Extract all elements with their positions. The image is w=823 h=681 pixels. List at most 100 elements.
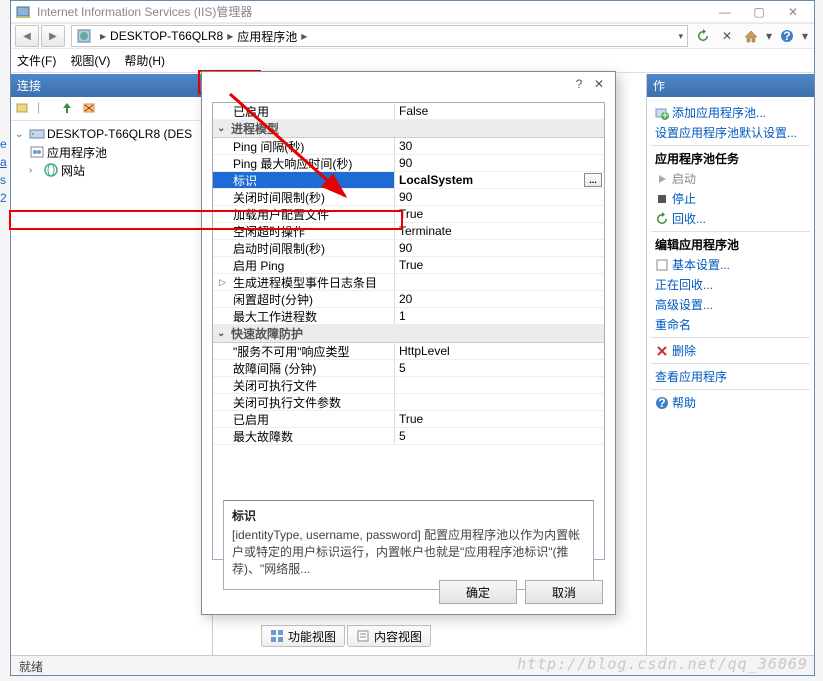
propgrid-category[interactable]: ⌄快速故障防护 bbox=[213, 325, 604, 343]
delete-connection-icon[interactable] bbox=[81, 100, 99, 118]
tab-features[interactable]: 功能视图 bbox=[261, 625, 345, 647]
prop-value[interactable]: HttpLevel bbox=[395, 343, 604, 360]
action-viewapps[interactable]: 查看应用程序 bbox=[655, 368, 806, 385]
connections-panel: 连接 | ⌄ DESKTOP-T66QLR8 (DES 应用程序池 › bbox=[11, 74, 213, 655]
browse-button[interactable]: ... bbox=[584, 173, 602, 187]
action-delete[interactable]: 删除 bbox=[655, 342, 806, 359]
prop-value[interactable]: 90 bbox=[395, 240, 604, 257]
tree-root-label: DESKTOP-T66QLR8 (DES bbox=[47, 127, 192, 141]
help-icon[interactable]: ? bbox=[776, 26, 798, 46]
prop-value[interactable]: 90 bbox=[395, 155, 604, 172]
address-bar[interactable]: ▸ DESKTOP-T66QLR8 ▸ 应用程序池 ▸ ▾ bbox=[71, 25, 688, 47]
dialog-close-button[interactable]: ✕ bbox=[589, 77, 609, 91]
prop-value[interactable]: 1 bbox=[395, 308, 604, 325]
propgrid-row[interactable]: 已启用False bbox=[213, 103, 604, 120]
cancel-button[interactable]: 取消 bbox=[525, 580, 603, 604]
propgrid-row[interactable]: 关闭时间限制(秒)90 bbox=[213, 189, 604, 206]
propgrid-row[interactable]: Ping 间隔(秒)30 bbox=[213, 138, 604, 155]
maximize-button[interactable]: ▢ bbox=[742, 2, 776, 22]
prop-key: 最大故障数 bbox=[213, 428, 395, 445]
home-icon[interactable] bbox=[740, 26, 762, 46]
address-dropdown[interactable]: ▾ bbox=[678, 31, 683, 42]
propgrid-row[interactable]: 启用 PingTrue bbox=[213, 257, 604, 274]
prop-key: Ping 最大响应时间(秒) bbox=[213, 155, 395, 172]
server-icon bbox=[29, 126, 45, 142]
propgrid-row[interactable]: 空闲超时操作Terminate bbox=[213, 223, 604, 240]
propgrid-row[interactable]: 关闭可执行文件参数 bbox=[213, 394, 604, 411]
tree-root[interactable]: ⌄ DESKTOP-T66QLR8 (DES bbox=[15, 125, 208, 143]
prop-value[interactable]: Terminate bbox=[395, 223, 604, 240]
minimize-button[interactable]: — bbox=[708, 2, 742, 22]
advanced-settings-dialog: ? ✕ 已启用False⌄进程模型Ping 间隔(秒)30Ping 最大响应时间… bbox=[201, 71, 616, 615]
prop-value[interactable]: LocalSystem... bbox=[395, 172, 604, 189]
action-recycle[interactable]: 回收... bbox=[655, 210, 806, 227]
prop-value[interactable]: 5 bbox=[395, 428, 604, 445]
close-button[interactable]: ✕ bbox=[776, 2, 810, 22]
ok-button[interactable]: 确定 bbox=[439, 580, 517, 604]
actions-edit-header: 编辑应用程序池 bbox=[655, 236, 806, 253]
propgrid-category[interactable]: ⌄进程模型 bbox=[213, 120, 604, 138]
prop-value[interactable]: True bbox=[395, 206, 604, 223]
back-button[interactable]: ◀ bbox=[15, 25, 39, 47]
breadcrumb-sep: ▸ bbox=[301, 29, 307, 43]
tree-sites[interactable]: › 网站 bbox=[15, 161, 208, 179]
prop-value[interactable]: 30 bbox=[395, 138, 604, 155]
breadcrumb-node[interactable]: 应用程序池 bbox=[237, 28, 297, 45]
propgrid-row[interactable]: 已启用True bbox=[213, 411, 604, 428]
action-stop[interactable]: 停止 bbox=[655, 190, 806, 207]
propgrid-row[interactable]: 加载用户配置文件True bbox=[213, 206, 604, 223]
action-add[interactable]: +添加应用程序池... bbox=[655, 104, 806, 121]
prop-value[interactable]: False bbox=[395, 103, 604, 120]
expand-icon[interactable]: ⌄ bbox=[15, 129, 27, 140]
action-start[interactable]: 启动 bbox=[655, 170, 806, 187]
collapse-icon[interactable]: ⌄ bbox=[217, 328, 231, 339]
prop-value[interactable]: 5 bbox=[395, 360, 604, 377]
tree-apppools[interactable]: 应用程序池 bbox=[15, 143, 208, 161]
action-advanced[interactable]: 高级设置... bbox=[655, 296, 806, 313]
prop-value[interactable]: True bbox=[395, 411, 604, 428]
help-dropdown[interactable]: ▾ bbox=[800, 26, 810, 46]
prop-key: 空闲超时操作 bbox=[213, 223, 395, 240]
tab-content[interactable]: 内容视图 bbox=[347, 625, 431, 647]
prop-key: 加载用户配置文件 bbox=[213, 206, 395, 223]
menu-view[interactable]: 视图(V) bbox=[70, 52, 110, 69]
watermark: http://blog.csdn.net/qq_36069 bbox=[517, 655, 808, 673]
propgrid-row[interactable]: 标识LocalSystem... bbox=[213, 172, 604, 189]
prop-value[interactable] bbox=[395, 377, 604, 394]
breadcrumb-server[interactable]: DESKTOP-T66QLR8 bbox=[110, 29, 223, 43]
svg-text:+: + bbox=[661, 108, 668, 120]
propgrid-row[interactable]: 最大工作进程数1 bbox=[213, 308, 604, 325]
prop-value[interactable]: True bbox=[395, 257, 604, 274]
propgrid-row[interactable]: "服务不可用"响应类型HttpLevel bbox=[213, 343, 604, 360]
prop-value[interactable] bbox=[395, 394, 604, 411]
nav-dropdown[interactable]: ▾ bbox=[764, 26, 774, 46]
prop-value[interactable]: 20 bbox=[395, 291, 604, 308]
actions-tasks-header: 应用程序池任务 bbox=[655, 150, 806, 167]
new-connection-icon[interactable] bbox=[15, 100, 33, 118]
action-defaults[interactable]: 设置应用程序池默认设置... bbox=[655, 124, 806, 141]
stop-icon[interactable]: ✕ bbox=[716, 26, 738, 46]
property-grid[interactable]: 已启用False⌄进程模型Ping 间隔(秒)30Ping 最大响应时间(秒)9… bbox=[212, 102, 605, 560]
prop-value[interactable]: 90 bbox=[395, 189, 604, 206]
collapse-icon[interactable]: ⌄ bbox=[217, 123, 231, 134]
action-rename[interactable]: 重命名 bbox=[655, 316, 806, 333]
propgrid-row[interactable]: 关闭可执行文件 bbox=[213, 377, 604, 394]
propgrid-row[interactable]: 最大故障数5 bbox=[213, 428, 604, 445]
action-help[interactable]: ?帮助 bbox=[655, 394, 806, 411]
propgrid-row[interactable]: 生成进程模型事件日志条目 bbox=[213, 274, 604, 291]
expand-icon[interactable]: › bbox=[29, 165, 41, 176]
prop-value[interactable] bbox=[395, 274, 604, 291]
connections-header: 连接 bbox=[11, 74, 212, 97]
dialog-help-button[interactable]: ? bbox=[569, 77, 589, 91]
propgrid-row[interactable]: 闲置超时(分钟)20 bbox=[213, 291, 604, 308]
action-recycling[interactable]: 正在回收... bbox=[655, 276, 806, 293]
forward-button[interactable]: ▶ bbox=[41, 25, 65, 47]
refresh-icon[interactable] bbox=[692, 26, 714, 46]
propgrid-row[interactable]: 启动时间限制(秒)90 bbox=[213, 240, 604, 257]
propgrid-row[interactable]: 故障间隔 (分钟)5 bbox=[213, 360, 604, 377]
up-level-icon[interactable] bbox=[59, 100, 77, 118]
menu-help[interactable]: 帮助(H) bbox=[124, 52, 165, 69]
action-basic[interactable]: 基本设置... bbox=[655, 256, 806, 273]
propgrid-row[interactable]: Ping 最大响应时间(秒)90 bbox=[213, 155, 604, 172]
menu-file[interactable]: 文件(F) bbox=[17, 52, 56, 69]
